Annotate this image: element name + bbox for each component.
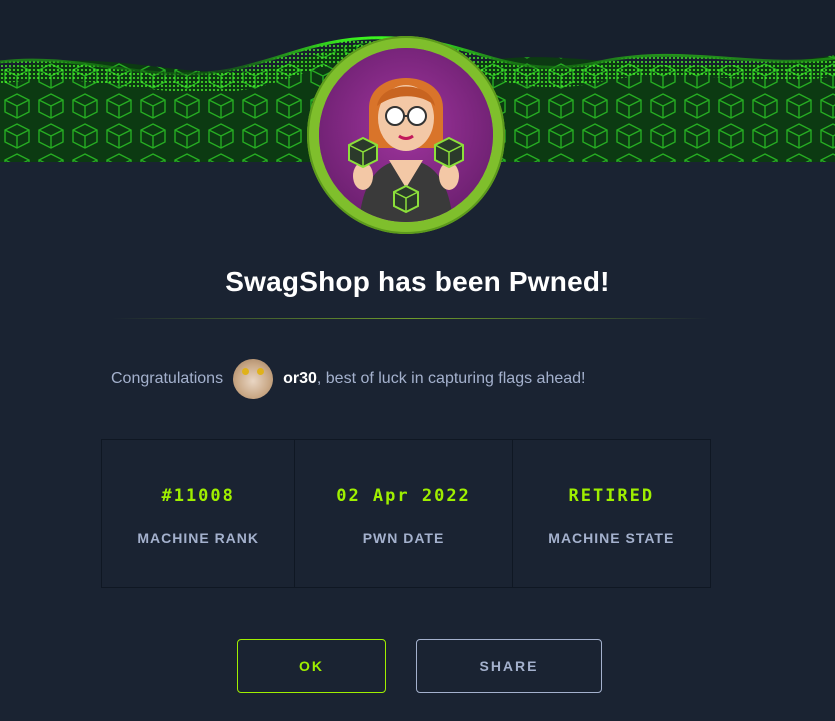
congrats-suffix: , best of luck in capturing flags ahead! <box>316 370 586 387</box>
share-button[interactable]: SHARE <box>416 639 602 693</box>
stat-pwn-date: 02 Apr 2022 PWN DATE <box>295 440 513 587</box>
stat-machine-rank: #11008 MACHINE RANK <box>102 440 296 587</box>
machine-state-label: MACHINE STATE <box>548 530 675 546</box>
congrats-prefix: Congratulations <box>111 370 224 387</box>
user-avatar[interactable] <box>233 359 274 399</box>
machine-rank-value: #11008 <box>161 486 235 506</box>
avatar-illustration <box>319 48 493 222</box>
machine-avatar <box>307 36 505 234</box>
stat-machine-state: RETIRED MACHINE STATE <box>513 440 710 587</box>
congrats-message: Congratulations or30 , best of luck in c… <box>111 358 585 400</box>
page-title: SwagShop has been Pwned! <box>225 266 610 297</box>
title-divider <box>112 318 710 319</box>
machine-rank-label: MACHINE RANK <box>137 530 260 546</box>
ok-button[interactable]: OK <box>237 639 386 693</box>
username[interactable]: or30 <box>283 370 317 388</box>
pwn-date-value: 02 Apr 2022 <box>336 486 471 506</box>
stats-panel: #11008 MACHINE RANK 02 Apr 2022 PWN DATE… <box>101 439 711 588</box>
pwn-date-label: PWN DATE <box>362 530 445 546</box>
machine-state-value: RETIRED <box>568 486 655 506</box>
